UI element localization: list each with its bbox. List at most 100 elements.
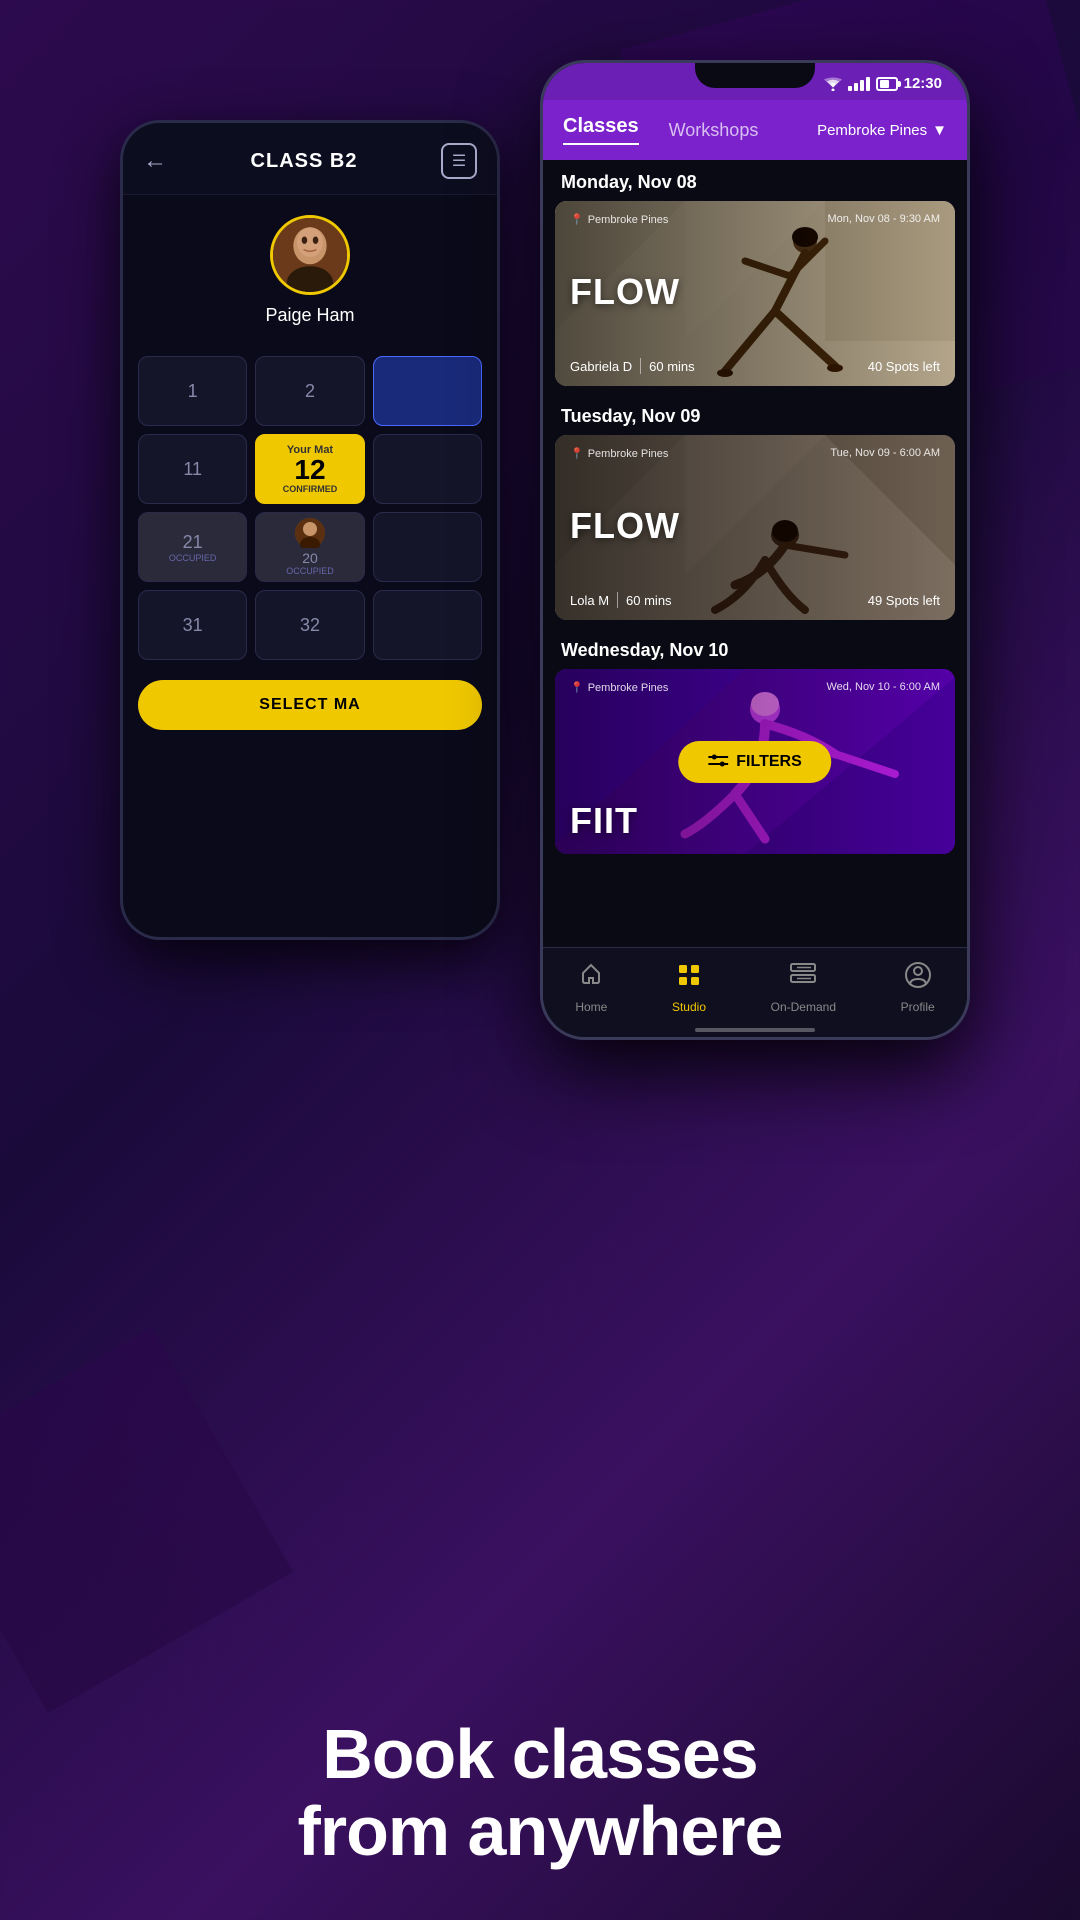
card-top-monday: 📍 Pembroke Pines Mon, Nov 08 - 9:30 AM (570, 213, 940, 226)
studio-label: Studio (672, 1000, 706, 1014)
mat-number-1: 1 (188, 381, 198, 402)
mat-cell-32[interactable]: 32 (255, 590, 364, 660)
tagline-line2: from anywhere (0, 1793, 1080, 1870)
back-phone-title: CLASS B2 (251, 150, 358, 173)
menu-button[interactable]: ☰ (441, 143, 477, 179)
mat-grid: 1 2 11 Your Mat 12 CONFIRMED 21 OCCUPIED (123, 346, 497, 670)
card-datetime-tuesday: Tue, Nov 09 - 6:00 AM (830, 447, 940, 459)
card-divider-tuesday (617, 592, 618, 608)
profile-icon (904, 961, 932, 996)
home-icon (577, 961, 605, 996)
day-label-tuesday: Tuesday, Nov 09 (543, 394, 967, 435)
back-button[interactable]: ← (143, 147, 167, 175)
studio-icon (675, 961, 703, 996)
day-section-monday: Monday, Nov 08 (543, 160, 967, 386)
class-card-flow-monday[interactable]: 📍 Pembroke Pines Mon, Nov 08 - 9:30 AM F… (555, 201, 955, 386)
mat-cell-blank-3[interactable] (373, 590, 482, 660)
mat-cell-2[interactable]: 2 (255, 356, 364, 426)
status-icons: 12:30 (824, 75, 942, 92)
card-top-wednesday: 📍 Pembroke Pines Wed, Nov 10 - 6:00 AM (570, 681, 940, 694)
bg-decoration-2 (0, 1275, 345, 1765)
spots-tuesday: 49 Spots left (868, 593, 940, 608)
mat-cell-1[interactable]: 1 (138, 356, 247, 426)
avatar-image (273, 218, 347, 292)
tagline-line1: Book classes (0, 1716, 1080, 1793)
card-divider-monday (640, 358, 641, 374)
mat-cell-blank-1[interactable] (373, 434, 482, 504)
nav-item-home[interactable]: Home (575, 961, 607, 1014)
back-phone: ← CLASS B2 ☰ Pa (120, 120, 500, 940)
status-time: 12:30 (904, 75, 942, 92)
front-phone: 12:30 Classes Workshops Pembroke Pines ▼… (540, 60, 970, 1040)
location-chevron-icon: ▼ (932, 122, 947, 139)
card-location-tuesday: 📍 Pembroke Pines (570, 447, 668, 460)
mat-number-31: 31 (183, 615, 203, 636)
card-content-monday: 📍 Pembroke Pines Mon, Nov 08 - 9:30 AM F… (555, 201, 955, 386)
mat-number-32: 32 (300, 615, 320, 636)
card-location-monday: 📍 Pembroke Pines (570, 213, 668, 226)
day-section-wednesday: Wednesday, Nov 10 (543, 628, 967, 854)
filters-button[interactable]: FILTERS (678, 741, 831, 783)
mat-cell-12-confirmed[interactable]: Your Mat 12 CONFIRMED (255, 434, 364, 504)
mat-cell-3[interactable] (373, 356, 482, 426)
bottom-nav: Home Studio (543, 947, 967, 1037)
on-demand-label: On-Demand (771, 1000, 836, 1014)
day-label-monday: Monday, Nov 08 (543, 160, 967, 201)
mat-cell-21[interactable]: 21 OCCUPIED (138, 512, 247, 582)
class-card-fiit-wednesday[interactable]: 📍 Pembroke Pines Wed, Nov 10 - 6:00 AM F… (555, 669, 955, 854)
card-bottom-tuesday: Lola M 60 mins 49 Spots left (570, 592, 940, 608)
location-name: Pembroke Pines (817, 122, 927, 139)
user-name: Paige Ham (265, 305, 354, 326)
mat-confirmed-number: 12 (294, 456, 325, 484)
nav-item-profile[interactable]: Profile (901, 961, 935, 1014)
phone-notch (695, 63, 815, 88)
front-header: Classes Workshops Pembroke Pines ▼ (543, 100, 967, 160)
home-label: Home (575, 1000, 607, 1014)
wifi-icon (824, 77, 842, 91)
tab-classes[interactable]: Classes (563, 115, 639, 145)
location-text-wednesday: Pembroke Pines (588, 682, 669, 694)
select-mat-label: SELECT MA (259, 696, 360, 714)
card-datetime-monday: Mon, Nov 08 - 9:30 AM (828, 213, 941, 225)
content-area: Monday, Nov 08 (543, 160, 967, 1004)
day-section-tuesday: Tuesday, Nov 09 (543, 394, 967, 620)
mat-avatar-20 (295, 518, 325, 548)
mat-cell-blank-2[interactable] (373, 512, 482, 582)
filters-label: FILTERS (736, 753, 801, 771)
day-label-wednesday: Wednesday, Nov 10 (543, 628, 967, 669)
nav-item-studio[interactable]: Studio (672, 961, 706, 1014)
mat-status-21: OCCUPIED (169, 553, 217, 563)
signal-icon (848, 77, 870, 91)
card-datetime-wednesday: Wed, Nov 10 - 6:00 AM (826, 681, 940, 693)
battery-icon (876, 77, 898, 91)
location-text-monday: Pembroke Pines (588, 214, 669, 226)
location-pin-icon-3: 📍 (570, 681, 584, 694)
mat-status-20: OCCUPIED (286, 566, 334, 576)
filters-icon (708, 754, 728, 770)
class-card-flow-tuesday[interactable]: 📍 Pembroke Pines Tue, Nov 09 - 6:00 AM F… (555, 435, 955, 620)
card-bottom-monday: Gabriela D 60 mins 40 Spots left (570, 358, 940, 374)
instructor-monday: Gabriela D (570, 359, 632, 374)
location-pin-icon: 📍 (570, 213, 584, 226)
select-mat-button[interactable]: SELECT MA (138, 680, 482, 730)
mat-number-21: 21 (183, 532, 203, 553)
profile-label: Profile (901, 1000, 935, 1014)
location-pin-icon-2: 📍 (570, 447, 584, 460)
on-demand-icon (789, 961, 817, 996)
duration-monday: 60 mins (649, 359, 695, 374)
class-name-monday: FLOW (570, 271, 940, 313)
mat-cell-11[interactable]: 11 (138, 434, 247, 504)
mat-cell-31[interactable]: 31 (138, 590, 247, 660)
mat-confirmed-status: CONFIRMED (283, 484, 338, 494)
location-selector[interactable]: Pembroke Pines ▼ (817, 122, 947, 139)
tabs-row: Classes Workshops Pembroke Pines ▼ (563, 115, 947, 145)
phones-container: ← CLASS B2 ☰ Pa (90, 60, 990, 1160)
class-name-tuesday: FLOW (570, 505, 940, 547)
mat-cell-20[interactable]: 20 OCCUPIED (255, 512, 364, 582)
nav-item-on-demand[interactable]: On-Demand (771, 961, 836, 1014)
tab-workshops[interactable]: Workshops (669, 120, 759, 141)
home-indicator (695, 1028, 815, 1032)
tagline: Book classes from anywhere (0, 1716, 1080, 1870)
duration-tuesday: 60 mins (626, 593, 672, 608)
location-text-tuesday: Pembroke Pines (588, 448, 669, 460)
